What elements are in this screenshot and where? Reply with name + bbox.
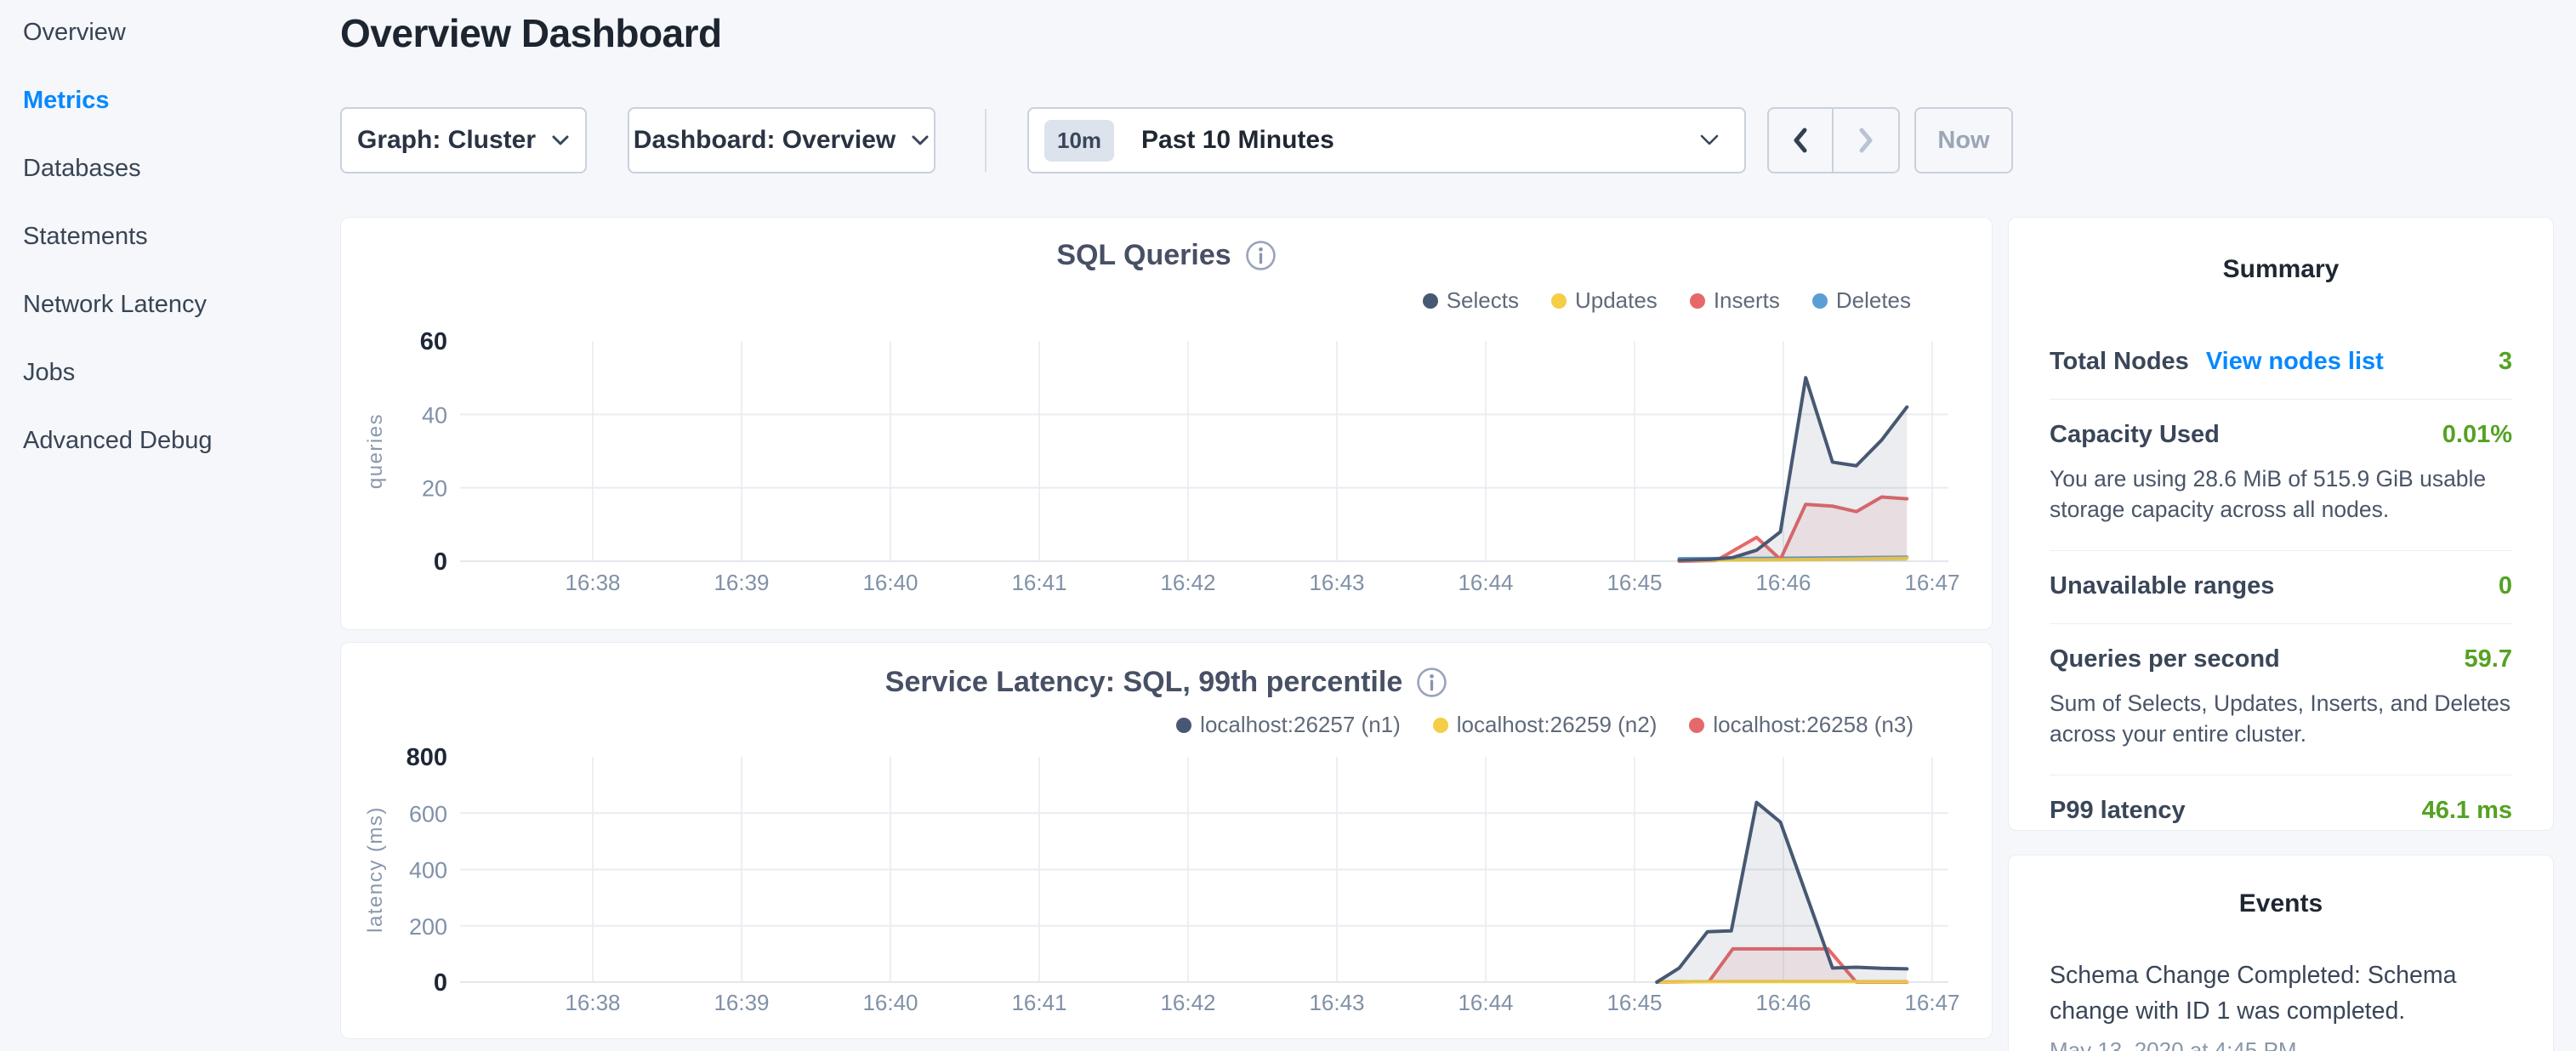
capacity-used-block: Capacity Used 0.01% You are using 28.6 M… bbox=[2050, 400, 2512, 551]
svg-text:16:46: 16:46 bbox=[1755, 570, 1811, 595]
graph-scope-dropdown[interactable]: Graph: Cluster bbox=[340, 107, 587, 173]
svg-text:60: 60 bbox=[420, 328, 447, 355]
svg-text:16:40: 16:40 bbox=[862, 570, 918, 595]
time-window-badge: 10m bbox=[1044, 120, 1114, 162]
capacity-used-description: You are using 28.6 MiB of 515.9 GiB usab… bbox=[2050, 463, 2512, 525]
total-nodes-label: Total Nodes bbox=[2050, 348, 2189, 376]
sql-queries-chart-canvas[interactable]: 16:38 16:39 16:40 16:41 16:42 16:43 16:44 16:45… bbox=[341, 218, 1993, 631]
service-latency-chart-card: Service Latency: SQL, 99th percentile lo… bbox=[340, 642, 1993, 1039]
view-nodes-list-link[interactable]: View nodes list bbox=[2206, 348, 2384, 376]
svg-text:16:44: 16:44 bbox=[1458, 570, 1513, 595]
queries-per-second-block: Queries per second 59.7 Sum of Selects, … bbox=[2050, 624, 2512, 775]
summary-heading: Summary bbox=[2050, 255, 2512, 284]
chevron-down-icon bbox=[911, 134, 930, 146]
svg-text:16:39: 16:39 bbox=[714, 990, 769, 1015]
svg-text:200: 200 bbox=[409, 914, 447, 940]
svg-text:16:38: 16:38 bbox=[565, 570, 620, 595]
page-title: Overview Dashboard bbox=[340, 10, 722, 56]
chevron-right-icon bbox=[1855, 125, 1877, 156]
queries-per-second-description: Sum of Selects, Updates, Inserts, and De… bbox=[2050, 688, 2512, 749]
sidebar-item-network-latency[interactable]: Network Latency bbox=[23, 289, 333, 320]
sidebar-item-statements[interactable]: Statements bbox=[23, 221, 333, 252]
p99-latency-block: P99 latency 46.1 ms bbox=[2050, 775, 2512, 848]
chevron-left-icon bbox=[1789, 125, 1811, 156]
svg-text:0: 0 bbox=[434, 969, 447, 997]
queries-per-second-label: Queries per second bbox=[2050, 645, 2280, 673]
svg-text:16:40: 16:40 bbox=[862, 990, 918, 1015]
chevron-down-icon bbox=[551, 134, 570, 146]
graph-scope-dropdown-label: Graph: Cluster bbox=[357, 126, 536, 155]
controls-divider bbox=[985, 109, 987, 172]
time-window-selector[interactable]: 10m Past 10 Minutes bbox=[1027, 107, 1746, 173]
svg-text:40: 40 bbox=[422, 402, 447, 428]
events-panel: Events Schema Change Completed: Schema c… bbox=[2008, 855, 2554, 1051]
svg-text:16:45: 16:45 bbox=[1606, 990, 1662, 1015]
svg-text:16:43: 16:43 bbox=[1309, 990, 1364, 1015]
svg-text:16:43: 16:43 bbox=[1309, 570, 1364, 595]
now-button[interactable]: Now bbox=[1914, 107, 2013, 173]
sql-queries-chart-card: SQL Queries SelectsUpdatesInsertsDeletes… bbox=[340, 217, 1993, 630]
chevron-down-icon bbox=[1698, 134, 1720, 147]
service-latency-chart-canvas[interactable]: 16:38 16:39 16:40 16:41 16:42 16:43 16:44 16:45… bbox=[341, 643, 1993, 1040]
svg-text:400: 400 bbox=[409, 858, 447, 883]
sidebar-item-jobs[interactable]: Jobs bbox=[23, 357, 333, 388]
dashboard-dropdown-label: Dashboard: Overview bbox=[634, 126, 896, 155]
event-timestamp: May 13, 2020 at 4:45 PM bbox=[2050, 1037, 2512, 1051]
dashboard-dropdown[interactable]: Dashboard: Overview bbox=[628, 107, 935, 173]
p99-latency-value: 46.1 ms bbox=[2422, 797, 2512, 825]
svg-text:16:46: 16:46 bbox=[1755, 990, 1811, 1015]
event-list-item[interactable]: Schema Change Completed: Schema change w… bbox=[2050, 957, 2512, 1051]
time-window-label: Past 10 Minutes bbox=[1141, 126, 1334, 155]
unavailable-ranges-value: 0 bbox=[2499, 572, 2512, 600]
svg-text:16:39: 16:39 bbox=[714, 570, 769, 595]
cluster-summary-panel: Summary Total Nodes View nodes list 3 Ca… bbox=[2008, 217, 2554, 831]
svg-text:16:42: 16:42 bbox=[1160, 570, 1215, 595]
event-text: Schema Change Completed: Schema change w… bbox=[2050, 957, 2512, 1029]
svg-text:20: 20 bbox=[422, 476, 447, 502]
svg-text:0: 0 bbox=[434, 548, 447, 576]
queries-per-second-value: 59.7 bbox=[2465, 645, 2512, 673]
sidebar-item-overview[interactable]: Overview bbox=[23, 17, 333, 48]
sidebar-nav-list: Overview Metrics Databases Statements Ne… bbox=[23, 17, 333, 456]
events-heading: Events bbox=[2050, 889, 2512, 918]
time-back-button[interactable] bbox=[1769, 109, 1834, 172]
unavailable-ranges-block: Unavailable ranges 0 bbox=[2050, 551, 2512, 624]
svg-text:queries: queries bbox=[364, 413, 387, 489]
svg-text:16:45: 16:45 bbox=[1606, 570, 1662, 595]
time-nav-group bbox=[1767, 107, 1900, 173]
svg-text:latency (ms): latency (ms) bbox=[364, 806, 387, 933]
dashboard-controls: Graph: Cluster Dashboard: Overview 10m P… bbox=[0, 107, 2576, 173]
sidebar-item-advanced-debug[interactable]: Advanced Debug bbox=[23, 425, 333, 456]
p99-latency-label: P99 latency bbox=[2050, 797, 2186, 825]
svg-text:800: 800 bbox=[407, 744, 447, 771]
svg-text:16:44: 16:44 bbox=[1458, 990, 1513, 1015]
svg-text:16:41: 16:41 bbox=[1011, 990, 1066, 1015]
total-nodes-block: Total Nodes View nodes list 3 bbox=[2050, 327, 2512, 400]
total-nodes-value: 3 bbox=[2499, 348, 2512, 376]
unavailable-ranges-label: Unavailable ranges bbox=[2050, 572, 2274, 600]
svg-text:16:38: 16:38 bbox=[565, 990, 620, 1015]
svg-text:600: 600 bbox=[409, 801, 447, 827]
svg-text:16:41: 16:41 bbox=[1011, 570, 1066, 595]
capacity-used-value: 0.01% bbox=[2442, 421, 2512, 449]
svg-text:16:42: 16:42 bbox=[1160, 990, 1215, 1015]
capacity-used-label: Capacity Used bbox=[2050, 421, 2220, 449]
svg-text:16:47: 16:47 bbox=[1904, 990, 1959, 1015]
svg-text:16:47: 16:47 bbox=[1904, 570, 1959, 595]
time-forward-button[interactable] bbox=[1834, 109, 1898, 172]
